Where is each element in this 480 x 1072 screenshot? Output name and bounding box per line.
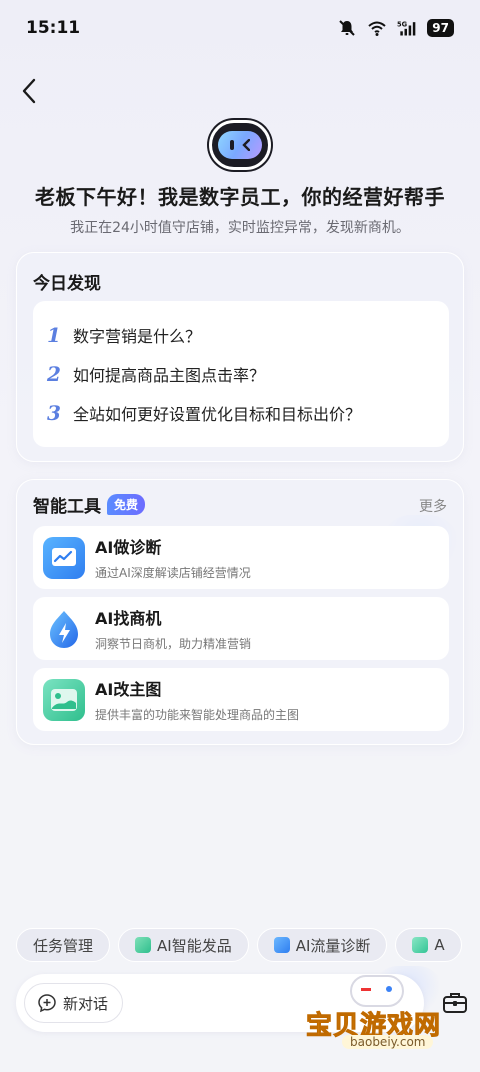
tools-header: 智能工具 免费 [33, 492, 146, 517]
chip-ai-smart-publish[interactable]: AI智能发品 [118, 928, 249, 962]
tool-name: AI改主图 [95, 680, 162, 699]
tool-item-ai-main-image[interactable]: AI改主图 提供丰富的功能来智能处理商品的主图 [33, 668, 449, 731]
chip-ai-image[interactable]: A [395, 928, 462, 962]
quick-action-chips: 任务管理 AI智能发品 AI流量诊断 A [16, 928, 480, 962]
chip-ai-traffic-diagnosis[interactable]: AI流量诊断 [256, 928, 388, 962]
watermark-url: baobeiy.com [342, 1035, 434, 1049]
tool-item-ai-opportunity[interactable]: AI找商机 洞察节日商机，助力精准营销 [33, 597, 449, 660]
today-card-title: 今日发现 [33, 274, 101, 294]
tool-name: AI找商机 [95, 609, 162, 628]
question-number: 3 [47, 400, 61, 425]
new-chat-plus-icon [38, 994, 56, 1013]
new-chat-button[interactable]: 新对话 [24, 983, 124, 1023]
gamepad-icon [350, 975, 404, 1007]
new-chat-label: 新对话 [63, 994, 109, 1013]
greeting-title: 老板下午好！我是数字员工，你的经营好帮手 [35, 185, 445, 209]
chip-label: AI流量诊断 [295, 936, 371, 955]
question-number: 2 [47, 361, 61, 386]
more-link[interactable]: 更多 [419, 496, 447, 516]
assistant-logo-icon [209, 120, 271, 170]
status-bar: 15:11 5G 97 [0, 0, 480, 56]
chevron-left-icon [22, 78, 36, 104]
back-button[interactable] [14, 76, 44, 106]
question-item[interactable]: 1 数字营销是什么？ [47, 315, 435, 354]
question-item[interactable]: 2 如何提高商品主图点击率？ [47, 354, 435, 393]
free-badge: 免费 [107, 494, 146, 515]
question-text: 数字营销是什么？ [73, 326, 202, 346]
traffic-chart-icon [273, 937, 290, 953]
tool-desc: 提供丰富的功能来智能处理商品的主图 [95, 708, 300, 722]
status-time: 15:11 [26, 18, 81, 38]
tools-title: 智能工具 [33, 497, 101, 517]
tool-item-ai-diagnosis[interactable]: AI做诊断 通过AI深度解读店铺经营情况 [33, 526, 449, 589]
question-item[interactable]: 3 全站如何更好设置优化目标和目标出价？ [47, 393, 435, 432]
question-text: 全站如何更好设置优化目标和目标出价？ [73, 404, 362, 424]
greeting-subtitle: 我正在24小时值守店铺，实时监控异常，发现新商机。 [70, 220, 410, 236]
status-icons: 5G 97 [337, 18, 454, 38]
tool-desc: 洞察节日商机，助力精准营销 [95, 637, 252, 651]
mute-bell-icon [339, 20, 356, 36]
tool-desc: 通过AI深度解读店铺经营情况 [95, 566, 251, 580]
wifi-icon [368, 21, 386, 36]
site-watermark: 宝贝游戏网 baobeiy.com [302, 975, 452, 1055]
today-discoveries-card: 今日发现 1 数字营销是什么？ 2 如何提高商品主图点击率？ 3 全站如何更好设… [16, 252, 464, 575]
chip-label: A [434, 936, 445, 954]
chip-label: 任务管理 [33, 936, 94, 955]
question-text: 如何提高商品主图点击率？ [73, 365, 266, 385]
network-label: 5G [397, 20, 407, 28]
question-number: 1 [47, 322, 61, 347]
tool-name: AI做诊断 [95, 538, 162, 557]
chip-task-management[interactable]: 任务管理 [16, 928, 111, 962]
image-landscape-icon [43, 678, 85, 721]
diagnosis-chart-icon [43, 536, 85, 579]
chip-label: AI智能发品 [157, 936, 232, 955]
sparkle-bag-icon [135, 937, 152, 953]
battery-indicator: 97 [427, 19, 454, 37]
smart-tools-card: 智能工具 免费 更多 AI做诊断 通过AI深度解读店铺经营情况 AI找商机 洞察… [16, 479, 464, 1016]
image-icon [412, 937, 429, 953]
question-list: 1 数字营销是什么？ 2 如何提高商品主图点击率？ 3 全站如何更好设置优化目标… [33, 301, 449, 447]
lightning-drop-icon [43, 608, 85, 650]
signal-icon: 5G [397, 20, 416, 36]
